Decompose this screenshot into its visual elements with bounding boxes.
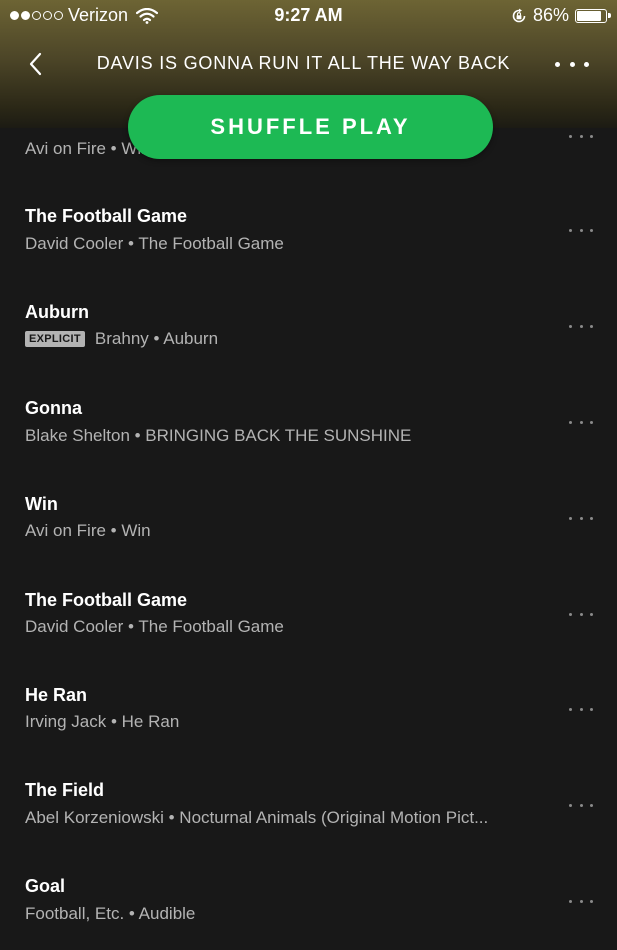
track-more-icon[interactable] xyxy=(569,225,593,235)
track-subtitle: Abel Korzeniowski • Nocturnal Animals (O… xyxy=(25,808,489,827)
track-row[interactable]: Win Avi on Fire • Win xyxy=(0,470,617,566)
track-title: Auburn xyxy=(25,302,89,322)
track-title: Win xyxy=(25,494,58,514)
track-subtitle: Football, Etc. • Audible xyxy=(25,904,196,923)
track-subtitle: David Cooler • The Football Game xyxy=(25,617,284,636)
track-row[interactable]: The Football Game David Cooler • The Foo… xyxy=(0,566,617,662)
track-more-icon[interactable] xyxy=(569,800,593,810)
track-title: The Football Game xyxy=(25,206,188,226)
track-title: The Football Game xyxy=(25,590,188,610)
track-more-icon[interactable] xyxy=(569,513,593,523)
track-more-icon[interactable] xyxy=(569,896,593,906)
track-title: Gonna xyxy=(25,398,82,418)
rotation-lock-icon xyxy=(512,8,526,22)
battery-percent: 86% xyxy=(532,5,569,25)
battery-info: 86% xyxy=(511,5,611,26)
track-more-icon[interactable] xyxy=(569,321,593,331)
track-subtitle: Brahny • Auburn xyxy=(94,329,219,348)
track-row[interactable]: Gonna Blake Shelton • BRINGING BACK THE … xyxy=(0,374,617,470)
track-more-icon[interactable] xyxy=(569,609,593,619)
track-subtitle-line: EXPLICIT Brahny • Auburn xyxy=(25,329,218,349)
battery-icon xyxy=(575,8,611,23)
track-row[interactable]: He Ran Irving Jack • He Ran xyxy=(0,662,617,758)
chevron-left-icon[interactable] xyxy=(22,50,50,78)
playlist-title: DAVIS IS GONNA RUN IT ALL THE WAY BACK xyxy=(96,53,511,73)
track-title: Goal xyxy=(25,876,66,896)
explicit-badge: EXPLICIT xyxy=(25,331,85,347)
track-more-icon[interactable] xyxy=(569,417,593,427)
track-row[interactable]: Goal Football, Etc. • Audible xyxy=(0,854,617,950)
more-horizontal-icon[interactable] xyxy=(555,50,589,78)
status-bar: Verizon 9:27 AM 86% xyxy=(0,0,617,32)
track-title: He Ran xyxy=(25,685,88,705)
track-subtitle: Blake Shelton • BRINGING BACK THE SUNSHI… xyxy=(25,426,412,445)
track-subtitle: Avi on Fire • Win xyxy=(25,521,151,540)
track-subtitle: David Cooler • The Football Game xyxy=(25,234,284,253)
track-row[interactable]: The Football Game David Cooler • The Foo… xyxy=(0,182,617,278)
track-title: The Field xyxy=(25,780,105,800)
track-row[interactable]: Auburn EXPLICIT Brahny • Auburn xyxy=(0,278,617,374)
track-subtitle: Irving Jack • He Ran xyxy=(25,712,180,731)
track-more-icon[interactable] xyxy=(569,131,593,141)
nav-bar: DAVIS IS GONNA RUN IT ALL THE WAY BACK xyxy=(0,44,617,84)
track-more-icon[interactable] xyxy=(569,704,593,714)
track-row[interactable]: The Field Abel Korzeniowski • Nocturnal … xyxy=(0,758,617,854)
shuffle-play-button[interactable]: SHUFFLE PLAY xyxy=(128,95,493,159)
